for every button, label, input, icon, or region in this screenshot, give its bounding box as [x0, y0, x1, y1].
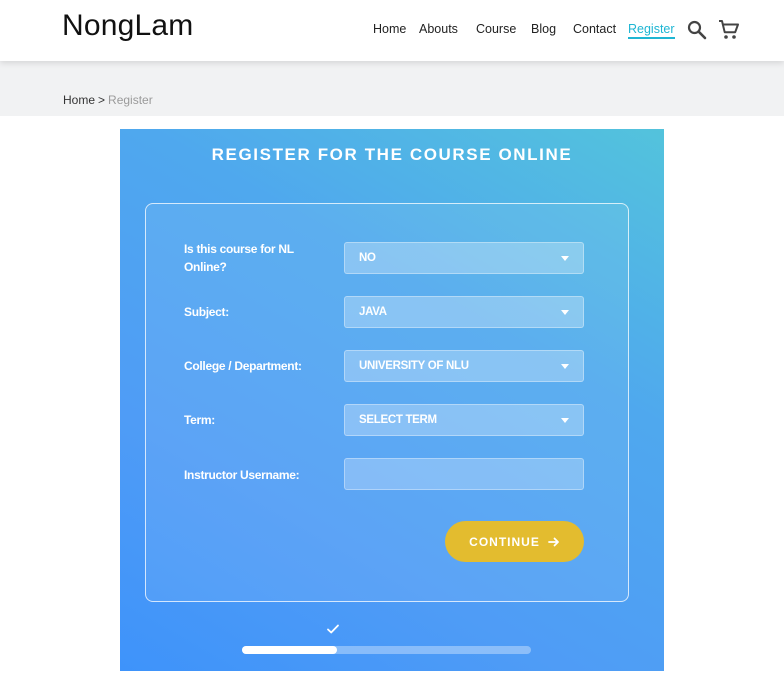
search-button[interactable]	[685, 18, 709, 42]
breadcrumb: Home > Register	[63, 93, 153, 107]
breadcrumb-current: Register	[108, 93, 153, 107]
dropdown-arrow-icon	[561, 364, 569, 369]
subject-value: JAVA	[359, 306, 387, 318]
search-icon	[687, 20, 707, 40]
breadcrumb-home[interactable]: Home	[63, 93, 95, 107]
nav-blog[interactable]: Blog	[531, 22, 556, 36]
nl-online-select[interactable]: NO	[344, 242, 584, 274]
continue-button[interactable]: CONTINUE	[445, 521, 584, 562]
cart-button[interactable]	[717, 18, 741, 42]
college-value: UNIVERSITY OF NLU	[359, 360, 469, 372]
check-icon	[327, 624, 339, 634]
dropdown-arrow-icon	[561, 256, 569, 261]
arrow-right-icon	[547, 537, 559, 546]
nl-online-value: NO	[359, 252, 376, 264]
continue-label: CONTINUE	[469, 534, 540, 549]
term-select[interactable]: SELECT TERM	[344, 404, 584, 436]
breadcrumb-band	[0, 61, 784, 116]
nav-register[interactable]: Register	[628, 22, 675, 39]
subject-select[interactable]: JAVA	[344, 296, 584, 328]
brand-logo[interactable]: NongLam	[62, 9, 193, 43]
panel-title: REGISTER FOR THE COURSE ONLINE	[211, 145, 573, 164]
instructor-label: Instructor Username:	[184, 468, 300, 482]
college-select[interactable]: UNIVERSITY OF NLU	[344, 350, 584, 382]
nav-abouts[interactable]: Abouts	[419, 22, 458, 36]
top-header: NongLam Home Abouts Course Blog Contact …	[0, 0, 784, 61]
dropdown-arrow-icon	[561, 310, 569, 315]
term-value: SELECT TERM	[359, 414, 437, 426]
nav-contact[interactable]: Contact	[573, 22, 616, 36]
term-label: Term:	[184, 413, 215, 427]
breadcrumb-separator: >	[98, 93, 106, 107]
college-label: College / Department:	[184, 359, 302, 373]
nav-course[interactable]: Course	[476, 22, 516, 36]
nl-online-label: Is this course for NL Online?	[184, 242, 294, 274]
instructor-username-input[interactable]	[344, 458, 584, 490]
cart-icon	[719, 20, 739, 39]
dropdown-arrow-icon	[561, 418, 569, 423]
subject-label: Subject:	[184, 305, 229, 319]
progress-fill	[242, 646, 337, 654]
nav-home[interactable]: Home	[373, 22, 406, 36]
